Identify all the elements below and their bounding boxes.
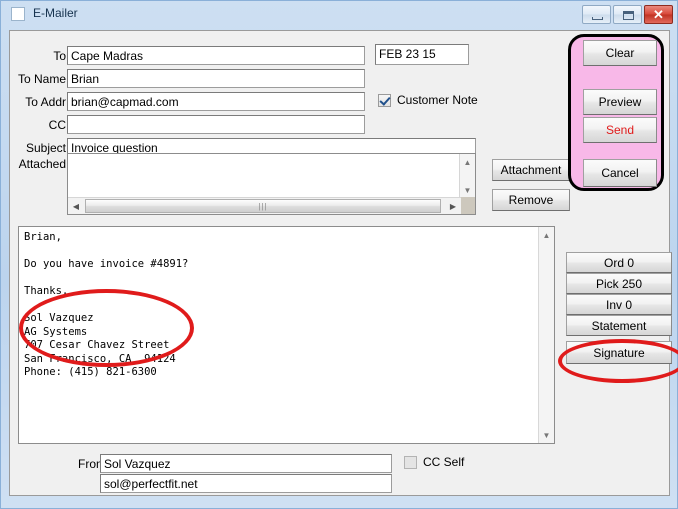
close-icon: ✕ bbox=[653, 7, 664, 22]
scroll-right-icon[interactable]: ▶ bbox=[445, 198, 461, 214]
scroll-down-icon[interactable]: ▼ bbox=[539, 427, 554, 443]
close-button[interactable]: ✕ bbox=[644, 5, 673, 24]
cancel-button[interactable]: Cancel bbox=[583, 159, 657, 187]
scroll-left-icon[interactable]: ◀ bbox=[68, 198, 84, 214]
to-addr-input[interactable]: brian@capmad.com bbox=[67, 92, 365, 111]
cc-self-label: CC Self bbox=[423, 455, 465, 469]
label-from: From bbox=[78, 457, 106, 471]
checkbox-icon bbox=[378, 93, 391, 107]
to-input[interactable]: Cape Madras bbox=[67, 46, 365, 65]
attachment-button[interactable]: Attachment bbox=[492, 159, 570, 181]
clear-button[interactable]: Clear bbox=[583, 40, 657, 66]
emailer-window: E-Mailer ✕ To To Name To Addr CC Subject… bbox=[0, 0, 678, 509]
cc-input[interactable] bbox=[67, 115, 365, 134]
customer-note-checkbox[interactable]: Customer Note bbox=[378, 93, 478, 107]
checkbox-icon bbox=[404, 455, 417, 469]
minimize-icon bbox=[592, 17, 603, 20]
from-email-input[interactable]: sol@perfectfit.net bbox=[100, 474, 392, 493]
label-cc: CC bbox=[48, 118, 66, 132]
ord-button[interactable]: Ord 0 bbox=[566, 252, 672, 273]
message-body[interactable]: Brian, Do you have invoice #4891? Thanks… bbox=[18, 226, 555, 444]
from-name-input[interactable]: Sol Vazquez bbox=[100, 454, 392, 473]
attached-horizontal-scrollbar[interactable]: ◀ ||| ▶ bbox=[68, 197, 461, 214]
date-input[interactable]: FEB 23 15 bbox=[375, 44, 469, 65]
scroll-grip-icon: ||| bbox=[258, 201, 268, 211]
horizontal-scroll-thumb[interactable]: ||| bbox=[85, 199, 441, 213]
label-attached: Attached bbox=[18, 157, 66, 171]
attached-list[interactable]: ▲ ▼ ◀ ||| ▶ bbox=[67, 153, 476, 215]
cc-self-checkbox[interactable]: CC Self bbox=[404, 455, 464, 469]
attached-vertical-scrollbar[interactable]: ▲ ▼ bbox=[459, 154, 475, 214]
customer-note-label: Customer Note bbox=[397, 93, 478, 107]
form-area: To To Name To Addr CC Subject Attached C… bbox=[9, 30, 678, 496]
label-to-addr: To Addr bbox=[25, 95, 66, 109]
maximize-icon bbox=[623, 11, 634, 20]
to-name-input[interactable]: Brian bbox=[67, 69, 365, 88]
scroll-up-icon[interactable]: ▲ bbox=[539, 227, 554, 243]
remove-button[interactable]: Remove bbox=[492, 189, 570, 211]
scroll-up-icon[interactable]: ▲ bbox=[460, 154, 475, 170]
scrollbar-corner bbox=[460, 197, 475, 214]
scroll-down-icon[interactable]: ▼ bbox=[460, 182, 475, 198]
message-body-text: Brian, Do you have invoice #4891? Thanks… bbox=[24, 231, 189, 378]
window-title: E-Mailer bbox=[33, 6, 78, 20]
maximize-button[interactable] bbox=[613, 5, 642, 24]
app-square-icon bbox=[11, 7, 25, 21]
preview-button[interactable]: Preview bbox=[583, 89, 657, 115]
statement-button[interactable]: Statement bbox=[566, 315, 672, 336]
minimize-button[interactable] bbox=[582, 5, 611, 24]
label-subject: Subject bbox=[25, 141, 66, 155]
title-bar: E-Mailer ✕ bbox=[1, 1, 677, 28]
pick-button[interactable]: Pick 250 bbox=[566, 273, 672, 294]
label-to-name: To Name bbox=[17, 72, 66, 86]
label-to: To bbox=[53, 49, 66, 63]
inv-button[interactable]: Inv 0 bbox=[566, 294, 672, 315]
body-vertical-scrollbar[interactable]: ▲ ▼ bbox=[538, 227, 554, 443]
signature-button[interactable]: Signature bbox=[566, 341, 672, 364]
send-button[interactable]: Send bbox=[583, 117, 657, 143]
